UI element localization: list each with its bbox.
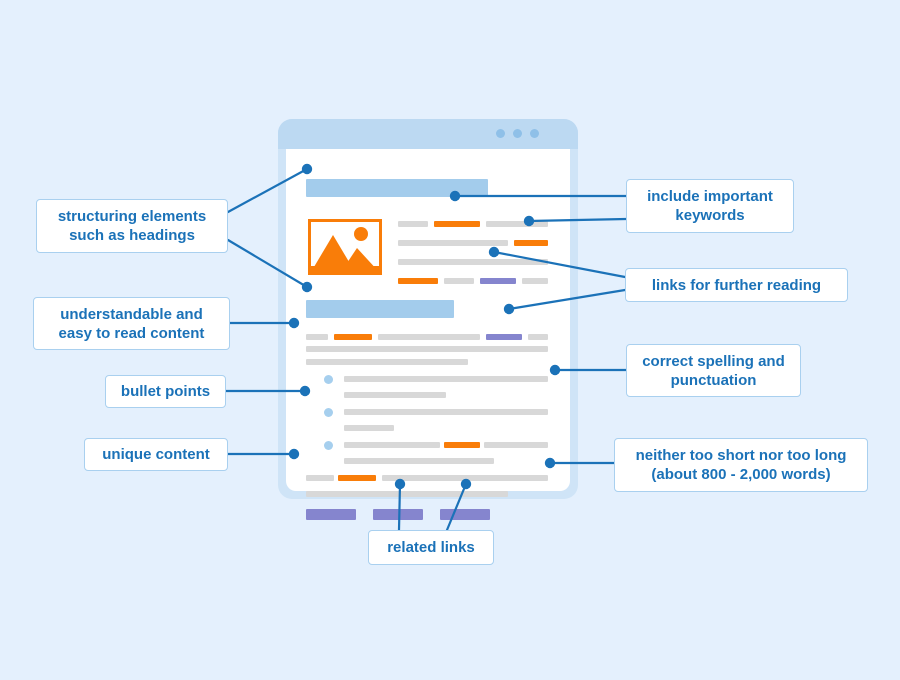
callout-unique-content-text: unique content — [102, 446, 210, 463]
callout-structuring-elements[interactable]: structuring elements such as headings — [36, 199, 228, 253]
text-segment-para-row-2-1 — [306, 346, 548, 352]
callout-keywords-text: include important keywords — [647, 187, 773, 225]
callout-understandable-line1: understandable and — [60, 305, 203, 323]
callout-structuring-line2: such as headings — [69, 227, 195, 244]
text-segment-article-row-2-1 — [398, 240, 508, 246]
text-segment-para-row-1-4[interactable] — [486, 334, 522, 340]
bullet-3-line-1-segment-1 — [344, 442, 440, 448]
bullet-marker-3 — [324, 441, 333, 450]
callout-understandable-content[interactable]: understandable and easy to read content — [33, 297, 230, 350]
text-segment-closing-row-1-1 — [306, 475, 334, 481]
text-segment-article-row-1-1 — [398, 221, 428, 227]
callout-structuring-text: structuring elements such as headings — [58, 207, 206, 245]
text-segment-article-row-4-3[interactable] — [480, 278, 516, 284]
text-segment-para-row-1-1 — [306, 334, 328, 340]
bullet-2-line-2-segment-1 — [344, 425, 394, 431]
related-link-button-3[interactable] — [440, 509, 490, 520]
browser-title-bar — [278, 119, 578, 149]
content-heading-1 — [306, 179, 488, 197]
bullet-1-line-2-segment-1 — [344, 392, 446, 398]
bullet-1-line-1-segment-1 — [344, 376, 548, 382]
bullet-3-line-1-segment-3 — [484, 442, 548, 448]
callout-related-links[interactable]: related links — [368, 530, 494, 565]
text-segment-para-row-1-2[interactable] — [334, 334, 372, 340]
callout-bullet-points-text: bullet points — [120, 383, 211, 400]
callout-include-keywords[interactable]: include important keywords — [626, 179, 794, 233]
callout-structuring-line1: structuring elements — [57, 208, 207, 225]
callout-content-length[interactable]: neither too short nor too long (about 80… — [614, 438, 868, 492]
text-segment-closing-row-2-1 — [306, 491, 508, 497]
window-dot-maximize-icon[interactable] — [530, 129, 539, 138]
callout-length-line2: (about 800 - 2,000 words) — [651, 466, 831, 483]
callout-keywords-line2: keywords — [675, 207, 745, 224]
bullet-3-line-2-segment-1 — [344, 458, 494, 464]
text-segment-article-row-4-2 — [444, 278, 474, 284]
window-dot-close-icon[interactable] — [496, 129, 505, 138]
callout-bullet-points[interactable]: bullet points — [105, 375, 226, 408]
text-segment-para-row-1-3 — [378, 334, 480, 340]
callout-spelling-text: correct spelling and punctuation — [642, 352, 785, 390]
text-segment-article-row-4-4 — [522, 278, 548, 284]
callout-spelling-line2: punctuation — [670, 371, 757, 389]
infographic-stage: structuring elements such as headings un… — [0, 0, 900, 680]
callout-related-links-text: related links — [387, 539, 475, 556]
page-content-area — [286, 149, 570, 520]
text-segment-article-row-1-2[interactable] — [434, 221, 480, 227]
callout-links-further-reading[interactable]: links for further reading — [625, 268, 848, 302]
text-segment-para-row-3-1 — [306, 359, 468, 365]
callout-understandable-line2: easy to read content — [58, 324, 205, 342]
related-link-button-1[interactable] — [306, 509, 356, 520]
callout-keywords-line1: include important — [647, 188, 773, 205]
browser-window-mockup — [278, 119, 578, 520]
bullet-2-line-1-segment-1 — [344, 409, 548, 415]
bullet-marker-2 — [324, 408, 333, 417]
callout-understandable-text: understandable and easy to read content — [59, 305, 205, 343]
text-segment-article-row-4-1[interactable] — [398, 278, 438, 284]
bullet-marker-1 — [324, 375, 333, 384]
image-placeholder-icon — [308, 219, 382, 275]
text-segment-article-row-3-1 — [398, 259, 548, 265]
text-segment-para-row-1-5 — [528, 334, 548, 340]
text-segment-closing-row-1-3 — [382, 475, 548, 481]
related-link-button-2[interactable] — [373, 509, 423, 520]
bullet-3-line-1-segment-2[interactable] — [444, 442, 480, 448]
callout-length-line1: neither too short nor too long — [635, 447, 847, 464]
window-dot-minimize-icon[interactable] — [513, 129, 522, 138]
callout-links-text: links for further reading — [651, 276, 822, 294]
callout-unique-content[interactable]: unique content — [84, 438, 228, 471]
callout-length-text: neither too short nor too long (about 80… — [636, 446, 847, 484]
text-segment-article-row-1-3 — [486, 221, 548, 227]
text-segment-closing-row-1-2[interactable] — [338, 475, 376, 481]
callout-spelling-line1: correct spelling and — [642, 352, 785, 370]
content-heading-2 — [306, 300, 454, 318]
text-segment-article-row-2-2[interactable] — [514, 240, 548, 246]
callout-correct-spelling[interactable]: correct spelling and punctuation — [626, 344, 801, 397]
